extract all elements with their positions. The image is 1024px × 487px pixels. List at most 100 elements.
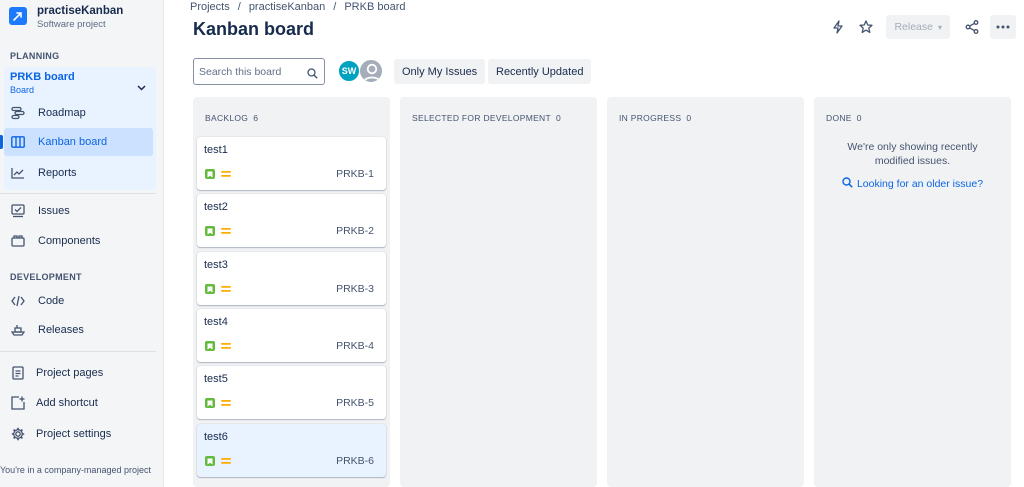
sidebar-item-label: Issues [38, 205, 70, 217]
sidebar-item-roadmap[interactable]: Roadmap [0, 99, 156, 127]
sidebar-item-issues[interactable]: Issues [0, 197, 156, 225]
card-key: PRKB-6 [336, 455, 374, 467]
priority-medium-icon [221, 171, 231, 177]
story-icon [205, 284, 215, 294]
project-header[interactable]: practiseKanban Software project [9, 4, 123, 31]
card-key: PRKB-1 [336, 168, 374, 180]
story-icon [205, 226, 215, 236]
priority-medium-icon [221, 458, 231, 464]
board-selector[interactable]: PRKB board Board [10, 71, 75, 96]
issue-card[interactable]: test4 PRKB-4 [197, 309, 386, 362]
sidebar-divider [0, 193, 156, 194]
column-count: 0 [686, 113, 692, 123]
avatar-sw[interactable]: SW [338, 60, 360, 82]
chevron-down-icon[interactable] [137, 78, 146, 96]
column-header: SELECTED FOR DEVELOPMENT 0 [412, 113, 561, 123]
search-input[interactable] [199, 65, 303, 78]
column-title: IN PROGRESS [619, 113, 682, 123]
card-key: PRKB-4 [336, 340, 374, 352]
lightning-icon [833, 20, 844, 34]
sidebar: practiseKanban Software project PLANNING… [0, 0, 164, 487]
story-icon [205, 456, 215, 466]
board-search[interactable] [193, 58, 325, 85]
recently-updated-button[interactable]: Recently Updated [488, 59, 592, 84]
card-title: test2 [204, 201, 228, 213]
story-icon [205, 398, 215, 408]
column-count: 0 [555, 113, 562, 123]
column-header: IN PROGRESS 0 [619, 113, 691, 123]
more-icon [996, 25, 1010, 29]
sidebar-item-reports[interactable]: Reports [0, 159, 156, 187]
issue-card[interactable]: test2 PRKB-2 [197, 194, 386, 247]
sidebar-item-label: Roadmap [38, 107, 86, 119]
active-indicator [0, 135, 3, 149]
user-icon [362, 63, 382, 82]
column-selected-for-development: SELECTED FOR DEVELOPMENT 0 [400, 97, 597, 487]
breadcrumb-board[interactable]: PRKB board [344, 1, 405, 13]
code-icon [10, 293, 26, 309]
sidebar-item-label: Releases [38, 324, 84, 336]
release-label: Release [894, 21, 933, 33]
breadcrumb-separator: / [237, 1, 241, 13]
sidebar-item-label: Kanban board [38, 136, 108, 148]
priority-medium-icon [221, 228, 231, 234]
issue-card[interactable]: test3 PRKB-3 [197, 252, 386, 305]
sidebar-item-add-shortcut[interactable]: Add shortcut [0, 389, 156, 417]
sidebar-item-project-settings[interactable]: Project settings [0, 420, 156, 448]
column-count: 0 [856, 113, 862, 123]
release-button[interactable]: Release ▾ [886, 15, 950, 39]
development-section-title: DEVELOPMENT [10, 272, 82, 282]
star-button[interactable] [854, 15, 878, 39]
breadcrumb: Projects / practiseKanban / PRKB board [190, 1, 405, 13]
sidebar-item-label: Project settings [36, 428, 112, 440]
card-title: test1 [204, 144, 228, 156]
search-icon [307, 66, 318, 84]
card-key: PRKB-5 [336, 397, 374, 409]
card-title: test4 [204, 316, 228, 328]
card-key: PRKB-3 [336, 283, 374, 295]
sidebar-item-label: Add shortcut [36, 397, 98, 409]
issue-card[interactable]: test6 PRKB-6 [197, 424, 386, 477]
board-selector-name: PRKB board [10, 71, 75, 83]
column-done: DONE 0 We're only showing recently modif… [814, 97, 1011, 487]
column-header: DONE 0 [826, 113, 862, 123]
column-title: BACKLOG [205, 113, 249, 123]
sidebar-item-label: Project pages [36, 367, 104, 379]
sidebar-item-project-pages[interactable]: Project pages [0, 359, 156, 387]
sidebar-item-label: Reports [38, 167, 77, 179]
story-icon [205, 169, 215, 179]
sidebar-item-kanban-board[interactable]: Kanban board [4, 128, 153, 156]
card-key: PRKB-2 [336, 225, 374, 237]
roadmap-icon [10, 105, 26, 121]
board-icon [10, 134, 26, 150]
share-button[interactable] [960, 15, 984, 39]
card-title: test6 [204, 431, 228, 443]
gear-icon [10, 426, 26, 442]
sidebar-item-releases[interactable]: Releases [0, 316, 156, 344]
issues-icon [10, 203, 26, 219]
sidebar-item-code[interactable]: Code [0, 287, 156, 315]
company-managed-note: You're in a company-managed project [0, 465, 151, 475]
more-actions-button[interactable] [990, 15, 1016, 39]
only-my-issues-button[interactable]: Only My Issues [394, 59, 486, 84]
star-icon [859, 20, 874, 34]
issue-card[interactable]: test5 PRKB-5 [197, 366, 386, 419]
project-type: Software project [37, 19, 106, 30]
page-title: Kanban board [193, 19, 315, 39]
breadcrumb-projects[interactable]: Projects [190, 1, 230, 13]
top-actions: Release ▾ [822, 15, 1016, 39]
sidebar-item-label: Code [38, 295, 65, 307]
sidebar-item-components[interactable]: Components [0, 227, 156, 255]
reports-icon [10, 165, 26, 181]
avatar-anonymous[interactable] [359, 59, 383, 83]
older-issue-link-text: Looking for an older issue? [856, 178, 984, 190]
project-name: practiseKanban [37, 5, 124, 17]
older-issue-link[interactable]: Looking for an older issue? [814, 177, 1011, 191]
page-icon [10, 365, 26, 381]
column-title: SELECTED FOR DEVELOPMENT [412, 113, 551, 123]
automation-button[interactable] [826, 15, 850, 39]
story-icon [205, 341, 215, 351]
column-in-progress: IN PROGRESS 0 [607, 97, 804, 487]
issue-card[interactable]: test1 PRKB-1 [197, 137, 386, 190]
breadcrumb-project[interactable]: practiseKanban [249, 1, 325, 13]
